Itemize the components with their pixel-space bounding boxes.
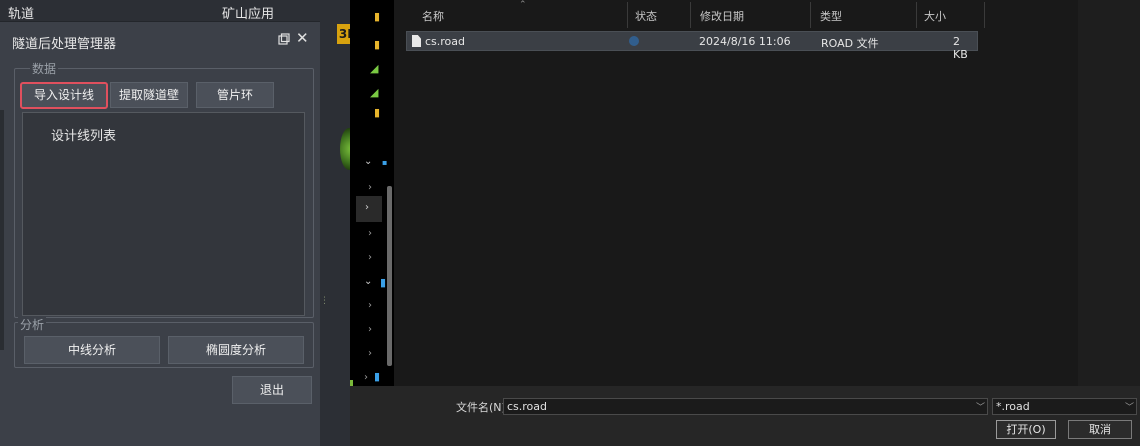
tree-hover-row[interactable]: › [356, 196, 382, 222]
ellipticity-analysis-button[interactable]: 椭圆度分析 [168, 336, 304, 364]
file-list[interactable]: ⌃ 名称 状态 修改日期 类型 大小 cs.road 2024/8/16 11:… [394, 0, 1078, 386]
column-status[interactable]: 状态 [635, 8, 657, 24]
close-icon[interactable]: ✕ [296, 29, 309, 47]
chevron-right-icon[interactable]: › [368, 228, 372, 239]
column-divider[interactable] [627, 2, 628, 28]
file-icon [412, 35, 421, 47]
chevron-right-icon[interactable]: › [368, 252, 372, 263]
chevron-down-icon[interactable]: ⌄ [364, 156, 372, 167]
cancel-button[interactable]: 取消 [1068, 420, 1132, 439]
extract-tunnel-wall-button[interactable]: 提取隧道壁 [110, 82, 188, 108]
panel-title: 隧道后处理管理器 [12, 37, 117, 52]
menu-mining[interactable]: 矿山应用 [222, 3, 274, 22]
dialog-footer: 文件名(N): cs.road ﹀ *.road ﹀ 打开(O) 取消 [350, 386, 1140, 446]
column-divider[interactable] [690, 2, 691, 28]
column-divider[interactable] [916, 2, 917, 28]
file-name: cs.road [425, 35, 466, 48]
drive-icon[interactable]: ▮ [380, 276, 386, 289]
filename-label: 文件名(N): [456, 401, 510, 414]
chevron-down-icon[interactable]: ﹀ [976, 400, 985, 413]
column-type[interactable]: 类型 [820, 8, 842, 24]
panel-edge [0, 110, 4, 350]
centerline-analysis-button[interactable]: 中线分析 [24, 336, 160, 364]
menubar: 轨道 矿山应用 [0, 0, 320, 22]
file-row[interactable]: cs.road 2024/8/16 11:06 ROAD 文件 2 KB [406, 31, 978, 61]
splitter-handle[interactable]: ⋮ [320, 296, 329, 318]
file-list-header: ⌃ 名称 状态 修改日期 类型 大小 [394, 0, 1078, 30]
chevron-right-icon[interactable]: › [368, 300, 372, 311]
filetype-select[interactable]: *.road [992, 398, 1137, 415]
chevron-right-icon[interactable]: › [365, 202, 369, 213]
data-group-label: 数据 [30, 60, 59, 77]
chevron-right-icon[interactable]: › [368, 324, 372, 335]
column-divider[interactable] [810, 2, 811, 28]
exit-button[interactable]: 退出 [232, 376, 312, 404]
chevron-right-icon[interactable]: › [368, 182, 372, 193]
tree-scrollbar[interactable] [387, 186, 392, 366]
chevron-down-icon[interactable]: ⌄ [364, 276, 372, 287]
image-folder-icon[interactable]: ◢ [370, 86, 378, 99]
network-icon[interactable]: ▮ [374, 370, 380, 383]
menu-track[interactable]: 轨道 [8, 3, 34, 22]
column-name[interactable]: 名称 [422, 8, 444, 24]
open-button[interactable]: 打开(O) [996, 420, 1056, 439]
preview-pane [1078, 0, 1140, 386]
column-date[interactable]: 修改日期 [700, 8, 744, 24]
segment-ring-button[interactable]: 管片环 [196, 82, 274, 108]
chevron-down-icon[interactable]: ﹀ [1125, 400, 1134, 413]
float-window-icon[interactable] [278, 33, 290, 45]
drive-icon[interactable]: ▪ [382, 158, 387, 167]
splitter-strip [320, 0, 350, 446]
import-design-line-button[interactable]: 导入设计线 [20, 82, 108, 109]
sort-up-icon: ⌃ [519, 0, 527, 10]
sync-status-icon [629, 36, 639, 46]
file-type: ROAD 文件 [821, 37, 879, 50]
filename-input[interactable]: cs.road [503, 398, 988, 415]
analysis-group-label: 分析 [18, 316, 47, 333]
file-date: 2024/8/16 11:06 [699, 35, 791, 48]
column-divider[interactable] [984, 2, 985, 28]
chevron-right-icon[interactable]: › [368, 348, 372, 359]
post-processing-panel: 轨道 矿山应用 隧道后处理管理器 ✕ 数据 导入设计线 提取隧道壁 管片环 设计… [0, 0, 320, 446]
folder-icon[interactable]: ▮ [374, 106, 380, 119]
image-folder-icon[interactable]: ◢ [370, 62, 378, 75]
folder-icon[interactable]: ▮ [374, 38, 380, 51]
design-line-list[interactable]: 设计线列表 [22, 112, 305, 316]
column-size[interactable]: 大小 [924, 8, 946, 24]
chevron-right-icon[interactable]: › [364, 372, 368, 383]
design-line-list-title: 设计线列表 [51, 129, 117, 144]
file-size: 2 KB [953, 35, 968, 61]
folder-icon[interactable]: ▮ [374, 10, 380, 23]
